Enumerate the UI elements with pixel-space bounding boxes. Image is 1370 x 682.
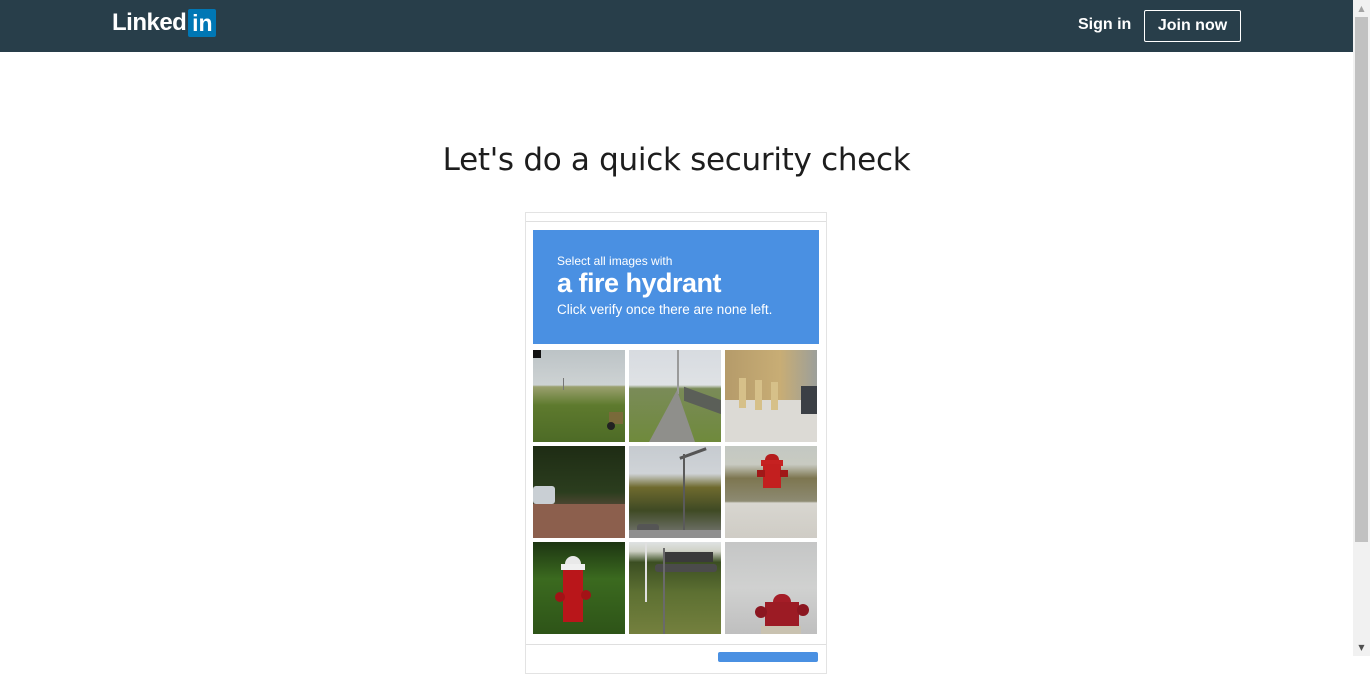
join-now-button[interactable]: Join now — [1144, 10, 1241, 42]
captcha-tile-1[interactable] — [533, 350, 625, 442]
captcha-image-grid — [533, 350, 819, 636]
scroll-up-arrow-icon[interactable]: ▲ — [1353, 0, 1370, 17]
captcha-tile-4[interactable] — [533, 446, 625, 538]
captcha-widget: Select all images with a fire hydrant Cl… — [525, 212, 827, 674]
captcha-tile-2[interactable] — [629, 350, 721, 442]
vertical-scrollbar[interactable]: ▲ ▼ — [1353, 0, 1370, 656]
captcha-prompt: Select all images with a fire hydrant Cl… — [533, 230, 819, 344]
captcha-tile-6[interactable] — [725, 446, 817, 538]
logo-wordmark: Linked — [112, 9, 187, 36]
captcha-tile-9[interactable] — [725, 542, 817, 634]
captcha-hint: Click verify once there are none left. — [557, 302, 773, 317]
captcha-tile-3[interactable] — [725, 350, 817, 442]
page-title: Let's do a quick security check — [442, 142, 911, 178]
top-nav-bar: Linked in Sign in Join now — [0, 0, 1353, 52]
sign-in-link[interactable]: Sign in — [1078, 16, 1131, 34]
captcha-tile-5[interactable] — [629, 446, 721, 538]
verify-button[interactable] — [718, 652, 818, 662]
captcha-target: a fire hydrant — [557, 268, 722, 298]
scrollbar-thumb[interactable] — [1355, 17, 1368, 542]
scroll-down-arrow-icon[interactable]: ▼ — [1353, 639, 1370, 656]
logo-in-badge: in — [188, 9, 217, 37]
captcha-tile-7[interactable] — [533, 542, 625, 634]
captcha-footer-divider — [526, 644, 826, 645]
captcha-tile-8[interactable] — [629, 542, 721, 634]
captcha-frame: Select all images with a fire hydrant Cl… — [526, 221, 826, 682]
linkedin-logo[interactable]: Linked in — [112, 9, 217, 37]
captcha-instruction: Select all images with — [557, 254, 673, 268]
